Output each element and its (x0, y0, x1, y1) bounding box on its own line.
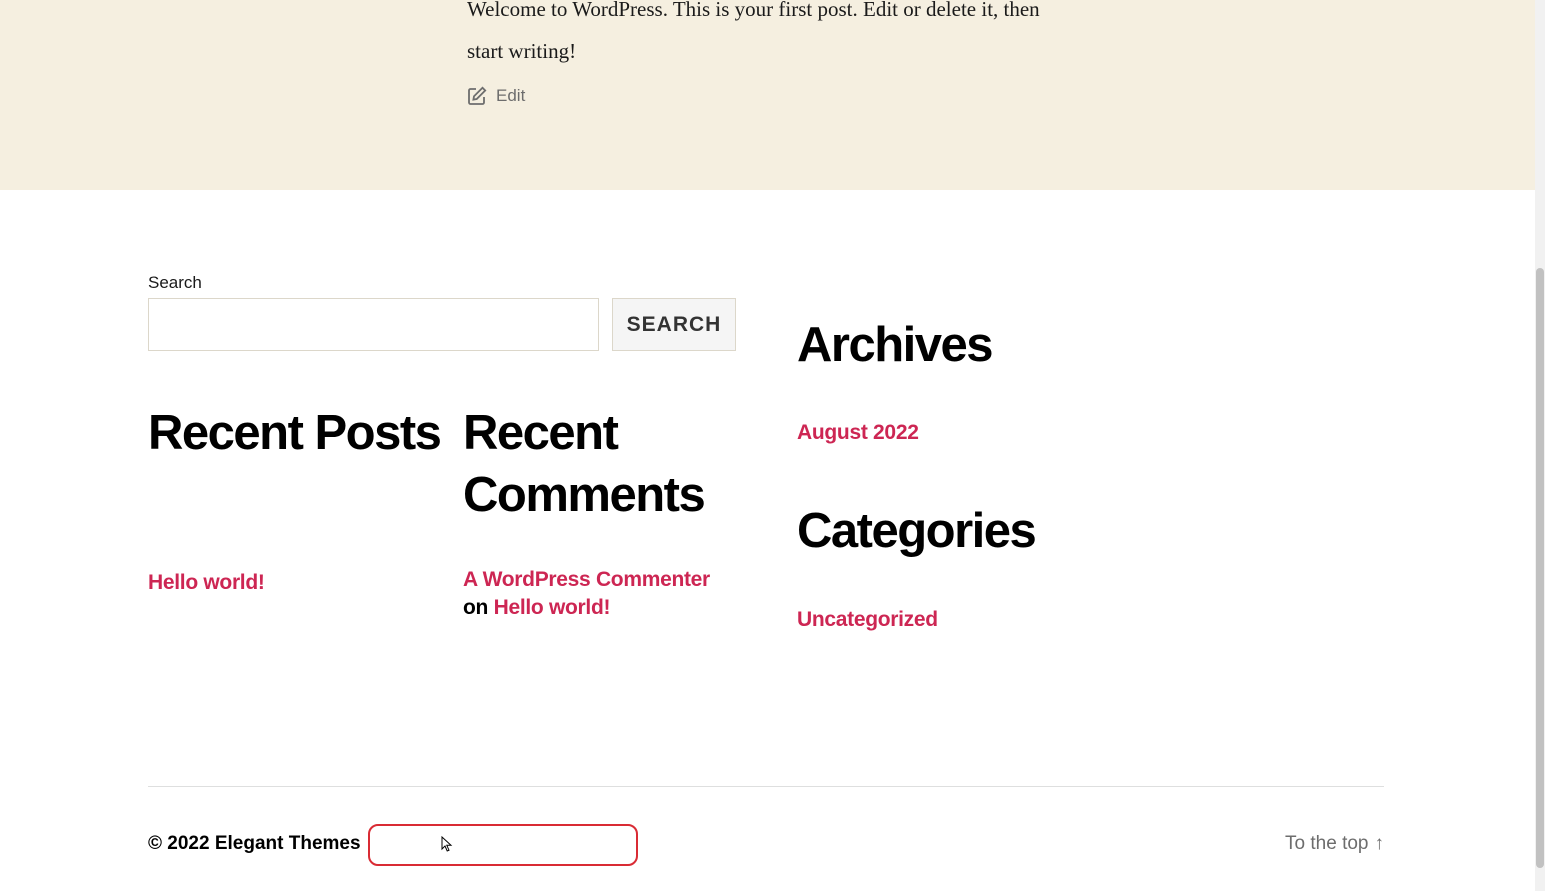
recent-posts-title: Recent Posts (148, 406, 442, 460)
search-label: Search (148, 273, 202, 292)
mouse-cursor-icon (441, 836, 453, 852)
comment-author-link[interactable]: A WordPress Commenter (463, 568, 710, 592)
categories-title: Categories (797, 504, 1037, 558)
post-content-area: Welcome to WordPress. This is your first… (0, 0, 1535, 190)
to-top-label: To the top (1285, 833, 1369, 854)
highlight-annotation (368, 824, 638, 866)
footer-copyright: © 2022 Elegant Themes (148, 833, 361, 854)
comment-connector: on (463, 596, 489, 619)
archives-title: Archives (797, 318, 994, 372)
edit-label: Edit (496, 86, 526, 105)
category-link[interactable]: Uncategorized (797, 608, 938, 632)
search-input[interactable] (148, 298, 599, 351)
comment-meta: on Hello world! (463, 596, 610, 620)
comment-post-link[interactable]: Hello world! (494, 596, 611, 619)
edit-post-link[interactable]: Edit (467, 84, 525, 108)
search-button[interactable]: SEARCH (612, 298, 736, 351)
arrow-up-icon: ↑ (1374, 833, 1385, 854)
recent-comments-title: Recent Comments (463, 406, 706, 522)
recent-post-link[interactable]: Hello world! (148, 571, 265, 595)
footer-divider (148, 786, 1384, 787)
post-excerpt: Welcome to WordPress. This is your first… (467, 0, 1040, 63)
edit-icon (468, 86, 487, 105)
archive-link[interactable]: August 2022 (797, 421, 919, 445)
to-the-top-link[interactable]: To the top ↑ (1285, 833, 1384, 855)
scrollbar-thumb[interactable] (1536, 268, 1544, 868)
